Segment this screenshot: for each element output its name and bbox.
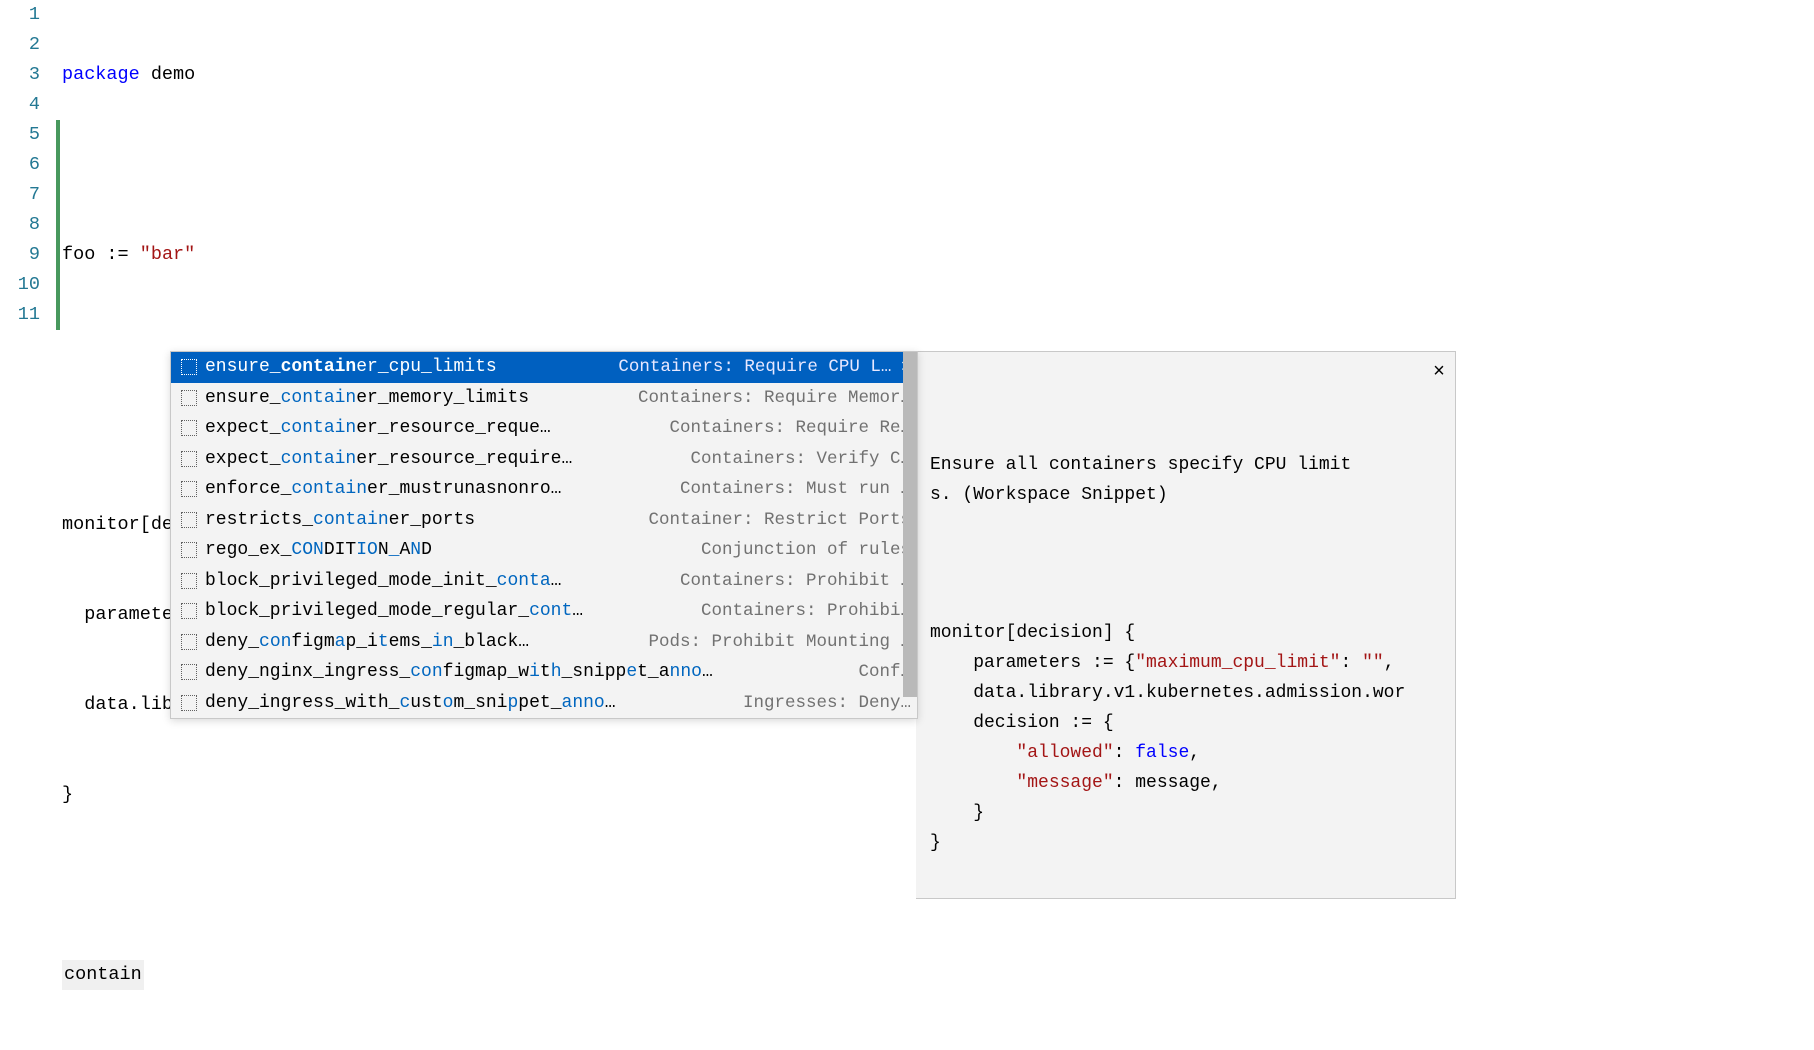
snippet-icon	[181, 481, 197, 497]
suggest-label: expect_container_resource_reque…	[205, 418, 551, 438]
suggest-description: Containers: Require Memor…	[537, 388, 911, 408]
line-number: 3	[0, 60, 40, 90]
suggest-description: Conf…	[721, 662, 911, 682]
detail-code: monitor[decision] { parameters := {"maxi…	[930, 588, 1443, 858]
suggest-description: Containers: Prohibi…	[591, 601, 911, 621]
line-number: 4	[0, 90, 40, 120]
suggest-description: Containers: Prohibit …	[569, 571, 911, 591]
suggest-label: ensure_container_memory_limits	[205, 388, 529, 408]
suggest-label: enforce_container_mustrunasnonro…	[205, 479, 561, 499]
suggest-item[interactable]: ensure_container_cpu_limits Containers: R…	[171, 352, 917, 383]
suggest-description: Container: Restrict Ports	[483, 510, 911, 530]
suggest-label: deny_ingress_with_custom_snippet_anno…	[205, 693, 616, 713]
autocomplete-popup[interactable]: ensure_container_cpu_limits Containers: R…	[170, 351, 918, 719]
line-number: 10	[0, 270, 40, 300]
suggest-description: Containers: Must run …	[569, 479, 911, 499]
line-number: 9	[0, 240, 40, 270]
package-name: demo	[151, 64, 195, 85]
snippet-icon	[181, 634, 197, 650]
suggest-label: expect_container_resource_require…	[205, 449, 572, 469]
suggest-scrollbar[interactable]	[903, 352, 917, 697]
suggest-description: Containers: Require CPU L…	[505, 357, 892, 377]
suggest-label: deny_nginx_ingress_configmap_with_snippe…	[205, 662, 713, 682]
suggest-description: Containers: Verify C…	[580, 449, 911, 469]
suggest-item[interactable]: expect_container_resource_require… Contai…	[171, 444, 917, 475]
suggest-description: Conjunction of rules	[440, 540, 911, 560]
suggest-description: Ingresses: Deny…	[624, 693, 911, 713]
snippet-icon	[181, 451, 197, 467]
suggest-label: block_privileged_mode_regular_cont…	[205, 601, 583, 621]
snippet-icon	[181, 603, 197, 619]
suggest-item[interactable]: block_privileged_mode_regular_cont… Conta…	[171, 596, 917, 627]
assign-op: :=	[106, 244, 128, 265]
snippet-icon	[181, 359, 197, 375]
suggest-description: Containers: Require Re…	[559, 418, 911, 438]
keyword-package: package	[62, 64, 140, 85]
detail-title: Ensure all containers specify CPU limit …	[930, 450, 1443, 510]
line-number: 7	[0, 180, 40, 210]
suggest-label: block_privileged_mode_init_conta…	[205, 571, 561, 591]
close-icon[interactable]: ×	[1433, 358, 1445, 388]
snippet-icon	[181, 420, 197, 436]
line-number: 8	[0, 210, 40, 240]
code-line-2	[62, 150, 1814, 180]
snippet-icon	[181, 664, 197, 680]
snippet-icon	[181, 695, 197, 711]
suggest-item[interactable]: restricts_container_ports Container: Rest…	[171, 505, 917, 536]
brace-close: }	[62, 784, 73, 805]
var-name: foo	[62, 244, 95, 265]
code-line-3: foo := "bar"	[62, 240, 1814, 270]
suggest-item[interactable]: enforce_container_mustrunasnonro… Contain…	[171, 474, 917, 505]
suggest-label: rego_ex_CONDITION_AND	[205, 540, 432, 560]
suggestion-detail-pane: × Ensure all containers specify CPU limi…	[916, 351, 1456, 899]
line-number: 2	[0, 30, 40, 60]
suggest-description: Pods: Prohibit Mounting …	[537, 632, 911, 652]
line-number: 5	[0, 120, 40, 150]
suggest-item[interactable]: deny_configmap_items_in_black… Pods: Proh…	[171, 627, 917, 658]
snippet-icon	[181, 512, 197, 528]
snippet-icon	[181, 542, 197, 558]
suggest-label: restricts_container_ports	[205, 510, 475, 530]
snippet-icon	[181, 573, 197, 589]
suggest-item[interactable]: block_privileged_mode_init_conta… Contain…	[171, 566, 917, 597]
line-number: 11	[0, 300, 40, 330]
line-number: 6	[0, 150, 40, 180]
code-line-1: package demo	[62, 60, 1814, 90]
string-literal: "bar"	[140, 244, 196, 265]
line-number-gutter: 1234567891011	[0, 0, 62, 1050]
suggest-item[interactable]: ensure_container_memory_limits Containers…	[171, 383, 917, 414]
code-line-11: contain	[62, 960, 1814, 990]
snippet-icon	[181, 390, 197, 406]
line-number: 1	[0, 0, 40, 30]
suggest-item[interactable]: deny_ingress_with_custom_snippet_anno… In…	[171, 688, 917, 719]
suggest-label: deny_configmap_items_in_black…	[205, 632, 529, 652]
suggest-label: ensure_container_cpu_limits	[205, 357, 497, 377]
suggest-item[interactable]: expect_container_resource_reque… Containe…	[171, 413, 917, 444]
suggest-item[interactable]: rego_ex_CONDITION_AND Conjunction of rule…	[171, 535, 917, 566]
suggest-item[interactable]: deny_nginx_ingress_configmap_with_snippe…	[171, 657, 917, 688]
typed-text[interactable]: contain	[62, 960, 144, 990]
